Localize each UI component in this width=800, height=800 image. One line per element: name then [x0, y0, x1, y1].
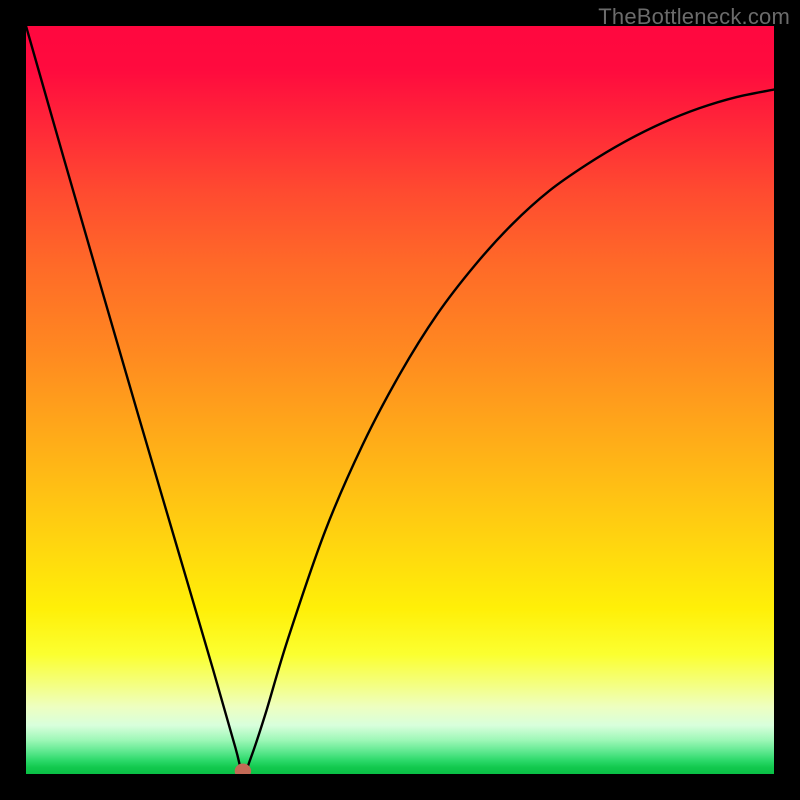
- chart-frame: TheBottleneck.com: [0, 0, 800, 800]
- bottleneck-curve: [26, 26, 774, 774]
- watermark-text: TheBottleneck.com: [598, 4, 790, 30]
- plot-area: [26, 26, 774, 774]
